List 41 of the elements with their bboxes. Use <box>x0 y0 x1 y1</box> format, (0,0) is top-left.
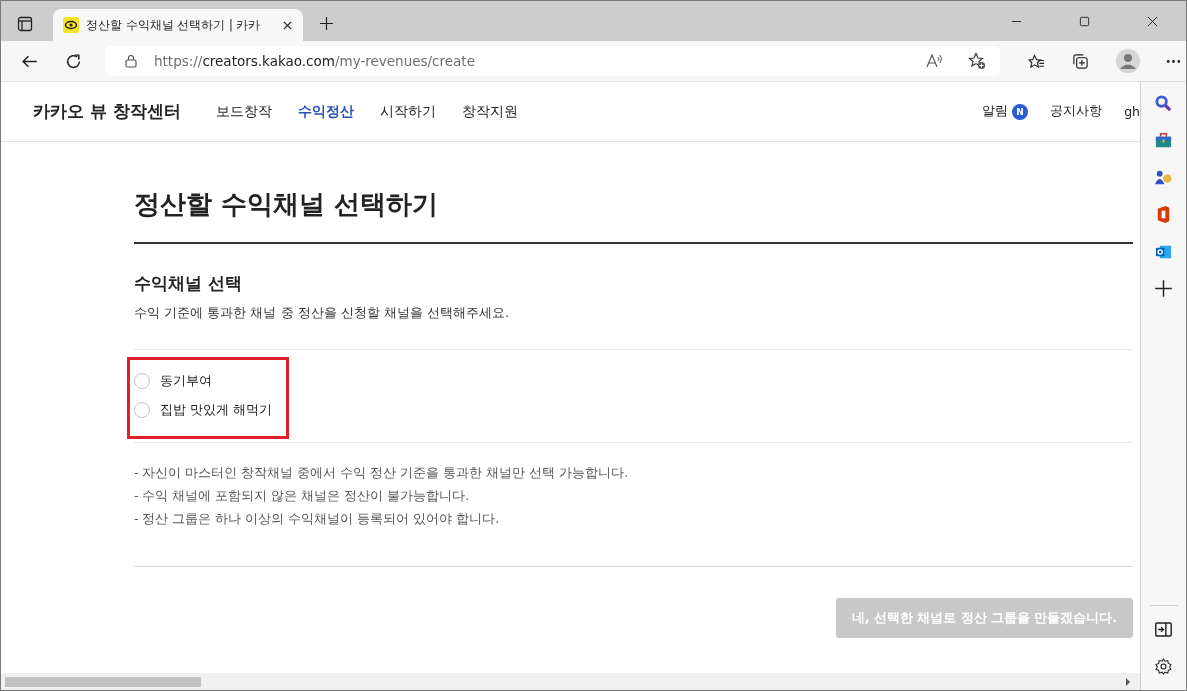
tab-actions-icon[interactable] <box>17 16 33 32</box>
site-logo[interactable]: 카카오 뷰 창작센터 <box>33 100 181 123</box>
lock-icon <box>125 54 137 68</box>
add-favorite-icon[interactable] <box>968 52 986 70</box>
maximize-icon[interactable] <box>1079 16 1090 27</box>
horizontal-scrollbar[interactable] <box>1 673 1140 690</box>
channel-radio[interactable]: 집밥 맛있게 해먹기 <box>134 395 273 424</box>
search-icon[interactable] <box>1154 94 1173 113</box>
section-title: 수익채널 선택 <box>134 272 243 295</box>
nav-link[interactable]: 수익정산 <box>297 102 354 121</box>
sidebar-toggle-icon[interactable] <box>1154 620 1173 639</box>
note-text: - 자신이 마스터인 창작채널 중에서 수익 정산 기준을 통과한 채널만 선택 가능합니다. <box>134 464 630 482</box>
new-badge: N <box>1012 103 1029 120</box>
nav-link[interactable]: 창작지원 <box>461 102 518 121</box>
people-icon[interactable] <box>1154 168 1173 187</box>
note-text: - 수익 채널에 포함되지 않은 채널은 정산이 불가능합니다. <box>134 487 471 505</box>
briefcase-icon[interactable] <box>1154 131 1173 150</box>
address-bar[interactable]: https://creators.kakao.com/my-revenues/create <box>105 46 1000 76</box>
browser-tab[interactable]: 정산할 수익채널 선택하기 | 카카 <box>53 9 303 41</box>
settings-icon[interactable] <box>1154 657 1173 676</box>
close-icon[interactable] <box>282 19 293 31</box>
nav-link[interactable]: 시작하기 <box>379 102 436 121</box>
page-title: 정산할 수익채널 선택하기 <box>134 188 440 221</box>
refresh-icon[interactable] <box>65 52 82 70</box>
read-aloud-icon[interactable] <box>926 52 944 70</box>
url-text: https://creators.kakao.com/my-revenues/create <box>154 53 475 69</box>
note-text: - 정산 그룹은 하나 이상의 수익채널이 등록되어 있어야 합니다. <box>134 510 501 528</box>
account-link[interactable]: gh <box>1124 104 1140 119</box>
new-tab-icon[interactable] <box>319 16 334 31</box>
profile-avatar-icon[interactable] <box>1116 49 1140 73</box>
alerts-link[interactable]: 알림 <box>982 103 1009 120</box>
notices-link[interactable]: 공지사항 <box>1050 103 1103 120</box>
tab-title: 정산할 수익채널 선택하기 | 카카 <box>86 17 262 33</box>
section-description: 수익 기준에 통과한 채널 중 정산을 신청할 채널을 선택해주세요. <box>134 303 1133 350</box>
favorites-icon[interactable] <box>1028 52 1045 70</box>
close-icon[interactable] <box>1147 16 1158 27</box>
nav-link[interactable]: 보드창작 <box>215 102 272 121</box>
collections-icon[interactable] <box>1072 52 1089 70</box>
add-icon[interactable] <box>1154 279 1173 298</box>
channel-radio[interactable]: 동기부여 <box>134 366 212 395</box>
eye-logo-icon <box>63 17 79 33</box>
